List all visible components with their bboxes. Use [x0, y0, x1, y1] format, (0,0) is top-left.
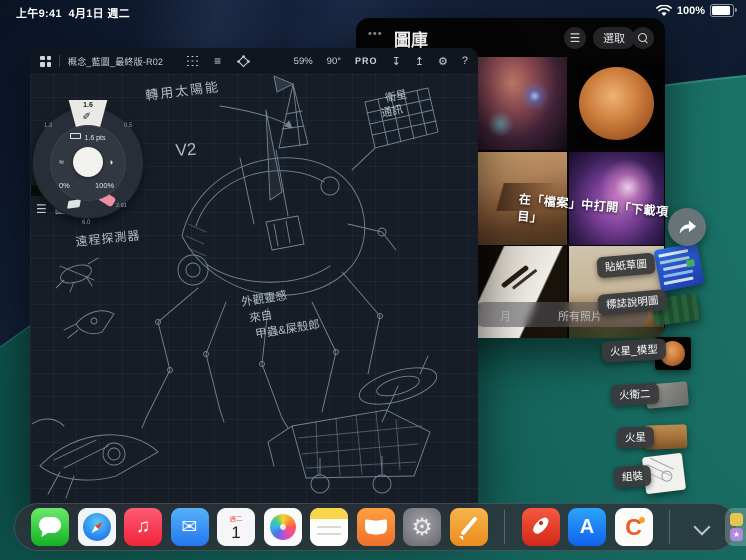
star-icon: ★ [732, 530, 741, 539]
appstore-a-icon: A [579, 515, 595, 538]
opacity-icon[interactable]: ◑ [108, 157, 113, 167]
search-button[interactable] [632, 27, 654, 49]
dock-app-music[interactable]: ♫ [124, 508, 162, 546]
filter-icon: ☰ [569, 31, 581, 45]
photo-thumbnail-nebula[interactable] [472, 57, 567, 150]
dock-app-books[interactable] [356, 508, 395, 546]
toolbar-separator [59, 55, 60, 67]
photo-thumbnail-mars-globe[interactable] [569, 57, 664, 150]
tool-wheel-center-knob[interactable] [73, 147, 103, 177]
dock-app-settings[interactable]: ⚙ [403, 508, 441, 546]
open-book-icon [364, 519, 376, 535]
chevron-down-icon [693, 518, 710, 536]
shape-tool-icon[interactable] [237, 54, 250, 68]
dock-app-library[interactable]: ★ [725, 508, 746, 546]
stroke-size-row[interactable]: 1.6 pts [32, 133, 144, 142]
bottom-size-value: 6.0 [82, 220, 91, 226]
tool-wheel[interactable]: 1.3 0.5 1.6 ✎ 2.91 1.6 pts ≈ ◑ 0% 100% 6… [32, 100, 144, 226]
annotation-inspiration-1: 外觀靈感 [240, 288, 288, 309]
smoothing-icon[interactable]: ≈ [59, 157, 64, 167]
status-time: 上午9:41 [16, 8, 62, 20]
filter-button[interactable]: ☰ [564, 27, 586, 49]
dock-divider [669, 510, 670, 544]
library-mini-icon: ★ [730, 528, 743, 541]
ring-size-left: 1.3 [44, 123, 53, 129]
layers-panel-icon[interactable]: ≡ [214, 54, 221, 68]
select-button[interactable]: 選取 [593, 27, 635, 49]
size-slider-icon [70, 133, 82, 139]
concepts-dot [638, 517, 645, 523]
library-mini-icon [730, 513, 743, 526]
ipad-screen: ••• 圖庫 ☰ 選取 月 所有照片 轉用太陽能 衛星 通訊 V2 遠程探測器 … [0, 0, 746, 560]
help-button[interactable]: ? [462, 55, 468, 67]
dock-app-messages[interactable] [31, 508, 69, 546]
status-date: 4月1日 週二 [68, 8, 130, 20]
envelope-icon: ✉ [181, 516, 198, 538]
document-title[interactable]: 概念_藍圖_最終版-R02 [68, 55, 163, 68]
dock-app-photos[interactable] [263, 508, 302, 546]
search-icon [638, 33, 648, 44]
opacity-value: 100% [95, 181, 115, 190]
notes-header-strip [310, 508, 348, 519]
forward-arrow-icon [679, 220, 697, 234]
import-icon[interactable]: ↧ [392, 55, 401, 68]
gallery-icon[interactable] [40, 55, 51, 67]
stroke-size-value: 1.6 pts [84, 135, 106, 142]
annotation-satellite-1: 衛星 [384, 88, 408, 105]
pro-badge[interactable]: PRO [355, 56, 378, 66]
annotation-inspiration-2: 來自 [248, 309, 273, 325]
share-forward-button[interactable] [668, 208, 706, 246]
battery-percent: 100% [676, 4, 705, 17]
dock-divider [504, 510, 505, 544]
select-button-label: 選取 [603, 33, 625, 45]
wifi-icon [655, 4, 672, 16]
concepts-app-window: 轉用太陽能 衛星 通訊 V2 遠程探測器 外觀靈感 來自 甲蟲&屎殼郎 概念_藍… [30, 48, 478, 512]
calendar-day: 1 [231, 523, 241, 542]
drag-thumb-sticker-sheet[interactable] [653, 242, 705, 292]
dock-app-mail[interactable]: ✉ [170, 508, 209, 546]
segment-months[interactable]: 月 [500, 308, 511, 324]
gear-icon: ⚙ [411, 513, 433, 541]
calendar-weekday: 週二 [229, 516, 243, 523]
drag-label-deimos[interactable]: 火衛二 [610, 382, 660, 407]
eraser-size-value: 2.91 [116, 203, 127, 209]
drag-label-assembly[interactable]: 組裝 [613, 464, 652, 489]
music-note-icon: ♫ [135, 516, 151, 537]
status-time-date: 上午9:41 4月1日 週二 [16, 5, 130, 21]
status-bar: 上午9:41 4月1日 週二 100% [0, 0, 746, 20]
annotation-version: V2 [175, 140, 197, 160]
annotation-solar: 轉用太陽能 [145, 79, 221, 103]
dock-app-sketch-pen[interactable] [449, 508, 488, 546]
dock-collapse-chevron[interactable] [687, 508, 717, 546]
segment-all-photos[interactable]: 所有照片 [558, 308, 602, 324]
ring-size-right: 0.5 [124, 123, 133, 129]
dock-app-rocket[interactable] [521, 508, 560, 546]
dock-app-appstore[interactable]: A [568, 508, 606, 546]
dock-app-calendar[interactable]: 週二 1 [217, 508, 255, 546]
canvas-rotation[interactable]: 90° [327, 56, 341, 67]
battery-icon [710, 4, 737, 17]
smoothing-value: 0% [59, 181, 70, 190]
drag-label-mars[interactable]: 火星 [616, 426, 655, 449]
precision-grid-icon[interactable] [187, 55, 198, 67]
export-icon[interactable]: ↥ [415, 55, 424, 68]
pencil-tool-icon: ✎ [82, 111, 94, 120]
dock-app-notes[interactable] [310, 508, 348, 546]
dock: ♫ ✉ 週二 1 ⚙ A C ★ [14, 503, 746, 551]
drag-label-mars-model[interactable]: 火星_模型 [601, 338, 667, 363]
window-controls-ellipsis-icon[interactable]: ••• [368, 28, 383, 40]
dock-app-concepts[interactable]: C [614, 508, 653, 546]
annotation-probe: 遠程探測器 [75, 227, 141, 249]
active-tool-size: 1.6 [83, 102, 93, 109]
settings-gear-icon[interactable]: ⚙ [438, 55, 448, 68]
dock-app-safari[interactable] [77, 508, 116, 546]
zoom-level[interactable]: 59% [294, 56, 313, 67]
concepts-toolbar: 概念_藍圖_最終版-R02 ≡ 59% 90° PRO ↧ ↥ ⚙ ? [30, 48, 478, 74]
